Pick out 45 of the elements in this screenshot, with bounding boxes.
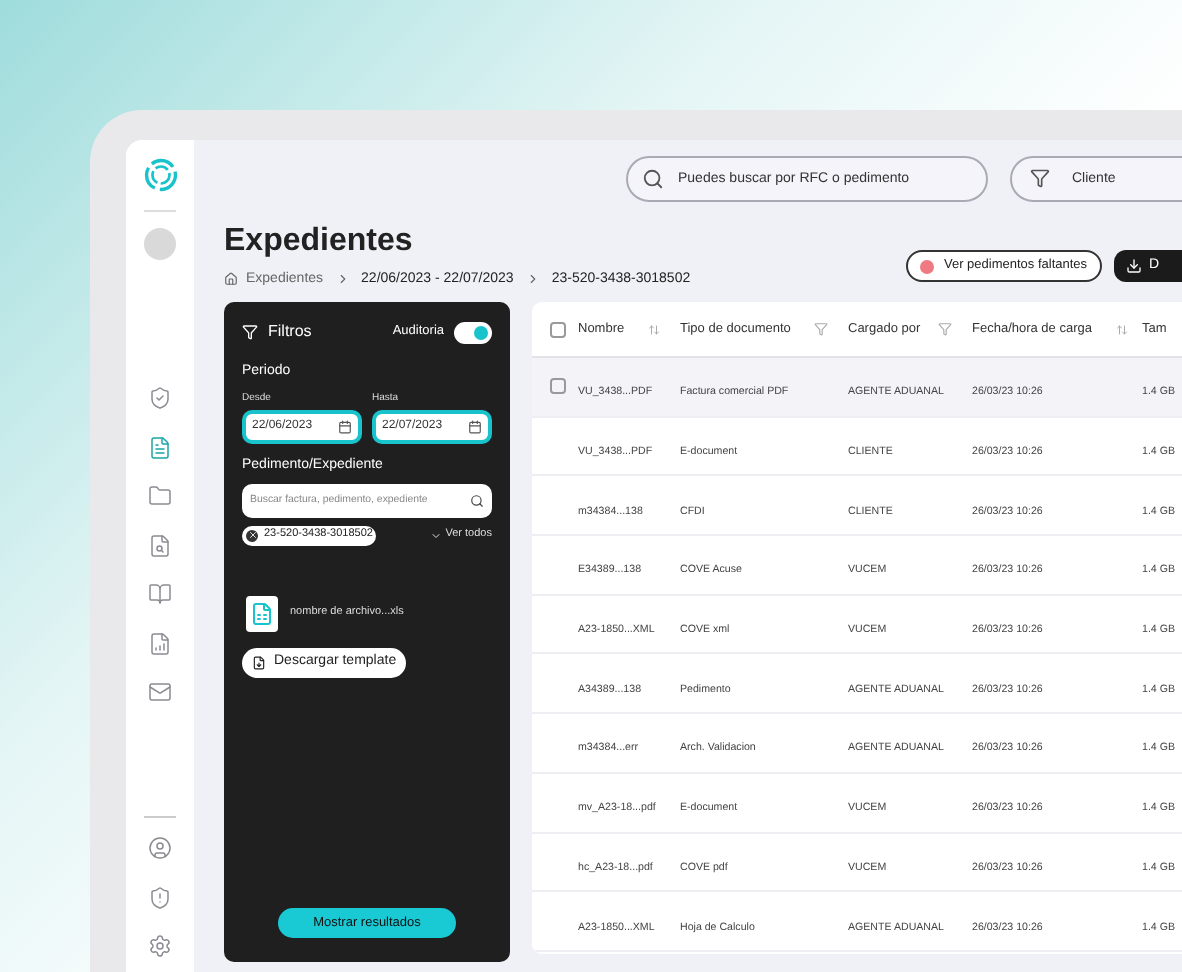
file-search-icon (148, 533, 172, 557)
user-icon (148, 836, 172, 860)
audit-toggle[interactable] (454, 321, 492, 343)
sort-icon[interactable] (1116, 323, 1128, 335)
sidebar-item[interactable] (146, 629, 174, 657)
chart-file-icon (148, 631, 172, 655)
download-icon (1125, 258, 1142, 274)
alert-icon (920, 259, 934, 273)
search-icon (642, 168, 664, 190)
sidebar-item[interactable] (146, 433, 174, 461)
shield-icon (148, 386, 172, 410)
spreadsheet-file-icon (246, 595, 278, 631)
calendar-icon (468, 420, 482, 434)
filter-icon[interactable] (814, 322, 828, 336)
sidebar-item[interactable] (146, 482, 174, 510)
chevron-icon (429, 529, 442, 541)
page-title: Expedientes (224, 225, 415, 257)
logo-icon (143, 158, 177, 192)
settings-icon (148, 934, 172, 958)
checkbox[interactable] (550, 321, 566, 337)
sidebar-item[interactable] (146, 384, 174, 412)
sidebar-item[interactable] (146, 932, 174, 960)
sidebar-item[interactable] (146, 834, 174, 862)
chevron-icon (525, 272, 540, 287)
shield-icon (148, 885, 172, 909)
filter-icon[interactable] (938, 322, 952, 336)
document-icon (148, 435, 172, 459)
filter-icon (1030, 168, 1050, 188)
calendar-icon (338, 420, 352, 434)
sidebar-item[interactable] (146, 580, 174, 608)
chevron-icon (335, 272, 350, 287)
mail-icon (148, 680, 172, 704)
sidebar-item[interactable] (146, 678, 174, 706)
book-icon (148, 582, 172, 606)
checkbox[interactable] (550, 378, 566, 395)
sidebar-item[interactable] (146, 883, 174, 911)
filter-icon (242, 324, 258, 340)
file-download-icon (252, 655, 266, 669)
search-icon (470, 493, 484, 507)
panel-title: Filtros (268, 320, 312, 344)
home-icon (224, 272, 238, 287)
sort-icon[interactable] (648, 323, 660, 335)
sidebar-item[interactable] (146, 531, 174, 559)
remove-icon[interactable] (246, 529, 258, 541)
folder-icon (148, 484, 172, 508)
